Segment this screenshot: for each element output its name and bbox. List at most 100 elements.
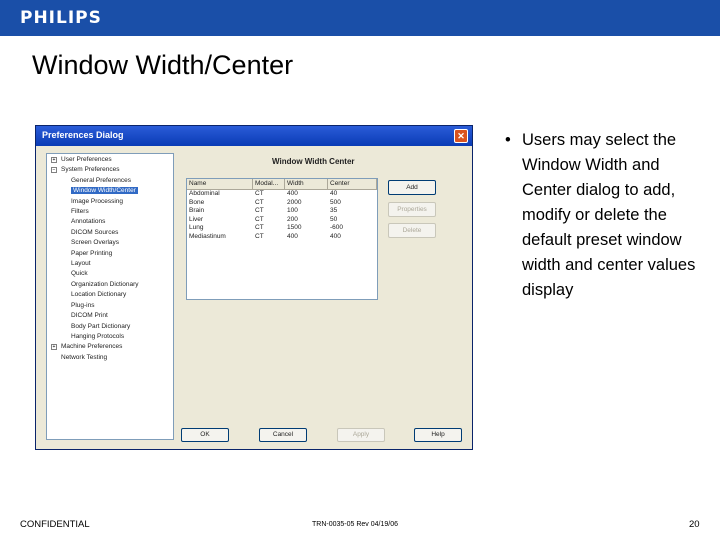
- panel-title: Window Width Center: [272, 157, 355, 166]
- collapse-icon[interactable]: −: [51, 167, 57, 174]
- tree-item-label: DICOM Sources: [71, 228, 119, 236]
- tree-item[interactable]: Location Dictionary: [47, 290, 173, 300]
- tree-item[interactable]: Hanging Protocols: [47, 332, 173, 342]
- tree-item[interactable]: − System Preferences: [47, 165, 173, 175]
- cancel-button[interactable]: Cancel: [259, 428, 307, 442]
- preferences-tree[interactable]: + User Preferences − System Preferences Gene…: [46, 153, 174, 440]
- tree-item-label: Machine Preferences: [61, 343, 123, 351]
- table-cell: CT: [255, 198, 264, 206]
- add-button[interactable]: Add: [388, 180, 436, 195]
- tree-item-label: Plug-ins: [71, 301, 95, 309]
- tree-item[interactable]: Organization Dictionary: [47, 280, 173, 290]
- ok-button[interactable]: OK: [181, 428, 229, 442]
- table-cell: 2000: [287, 198, 302, 206]
- expand-icon[interactable]: +: [51, 344, 57, 351]
- tree-item-label: Network Testing: [61, 353, 108, 361]
- tree-item[interactable]: Network Testing: [47, 353, 173, 363]
- table-cell: CT: [255, 215, 264, 223]
- tree-item[interactable]: + Machine Preferences: [47, 342, 173, 352]
- table-cell: 1500: [287, 224, 302, 231]
- tree-item-label: Organization Dictionary: [71, 280, 139, 288]
- table-cell: 35: [330, 207, 338, 214]
- table-cell: CT: [255, 224, 264, 231]
- bullet-text: Users may select the Window Width and Ce…: [522, 131, 696, 299]
- table-row[interactable]: Bone CT 2000 500: [187, 199, 377, 208]
- philips-logo: PHILIPS: [20, 8, 102, 28]
- slide-title: Window Width/Center: [32, 50, 294, 80]
- table-cell: CT: [255, 207, 264, 214]
- table-cell: Lung: [189, 224, 204, 231]
- dialog-titlebar[interactable]: Preferences Dialog ✕: [36, 126, 472, 146]
- table-cell: Liver: [189, 215, 204, 223]
- table-cell: 50: [330, 215, 338, 223]
- tree-item[interactable]: Quick: [47, 269, 173, 279]
- table-cell: 400: [287, 232, 298, 240]
- table-row[interactable]: Liver CT 200 50: [187, 216, 377, 225]
- properties-button[interactable]: Properties: [388, 202, 436, 217]
- tree-item-label: Annotations: [71, 218, 106, 226]
- table-cell: Abdominal: [189, 190, 220, 197]
- column-header-center[interactable]: Center: [328, 179, 377, 189]
- tree-item-label: Layout: [71, 260, 91, 268]
- footer-document-id: TRN-0035-05 Rev 04/19/06: [312, 521, 398, 528]
- tree-item[interactable]: General Preferences: [47, 176, 173, 186]
- table-cell: CT: [255, 232, 264, 240]
- tree-item-label: Hanging Protocols: [71, 332, 125, 340]
- preferences-dialog: Preferences Dialog ✕ + User Preferences − S…: [35, 125, 473, 450]
- brand-bar: PHILIPS: [0, 0, 720, 36]
- tree-item[interactable]: + User Preferences: [47, 155, 173, 165]
- tree-item[interactable]: Screen Overlays: [47, 238, 173, 248]
- tree-item[interactable]: DICOM Sources: [47, 228, 173, 238]
- list-header: Name Modal... Width Center: [187, 179, 377, 190]
- table-cell: CT: [255, 190, 264, 197]
- list-body: Abdominal CT 400 40 Bone CT 2000 500 Brain CT 100 3…: [187, 190, 377, 241]
- table-cell: 500: [330, 198, 341, 206]
- table-cell: 400: [330, 232, 341, 240]
- expand-icon[interactable]: +: [51, 157, 57, 163]
- apply-button[interactable]: Apply: [337, 428, 385, 442]
- tree-item-label: Filters: [71, 208, 89, 216]
- table-cell: -600: [330, 224, 344, 231]
- tree-item-label: Quick: [71, 270, 88, 278]
- table-cell: 100: [287, 207, 298, 214]
- table-row[interactable]: Lung CT 1500 -600: [187, 224, 377, 233]
- tree-item[interactable]: DICOM Print: [47, 311, 173, 321]
- footer-page-number: 20: [689, 519, 700, 530]
- column-header-name[interactable]: Name: [187, 179, 253, 189]
- table-row[interactable]: Brain CT 100 35: [187, 207, 377, 216]
- tree-item[interactable]: Layout: [47, 259, 173, 269]
- tree-item-label: Window Width/Center: [71, 187, 138, 195]
- tree-item-label: User Preferences: [61, 156, 112, 163]
- tree-item[interactable]: Filters: [47, 207, 173, 217]
- tree-item-label: General Preferences: [71, 176, 131, 184]
- tree-item-label: Location Dictionary: [71, 291, 127, 299]
- tree-item[interactable]: Body Part Dictionary: [47, 322, 173, 332]
- table-cell: 40: [330, 190, 338, 197]
- tree-item-label: Screen Overlays: [71, 239, 120, 247]
- tree-item-label: System Preferences: [61, 166, 120, 174]
- footer-confidential: CONFIDENTIAL: [20, 519, 90, 530]
- column-header-width[interactable]: Width: [285, 179, 328, 189]
- table-cell: 400: [287, 190, 298, 197]
- tree-item-label: Body Part Dictionary: [71, 322, 131, 330]
- help-button[interactable]: Help: [414, 428, 462, 442]
- tree-item-label: Image Processing: [71, 197, 124, 205]
- presets-list[interactable]: Name Modal... Width Center Abdominal CT 40…: [186, 178, 378, 300]
- tree-item[interactable]: Paper Printing: [47, 249, 173, 259]
- table-cell: Brain: [189, 207, 205, 214]
- table-cell: Bone: [189, 198, 205, 206]
- table-cell: 200: [287, 215, 298, 223]
- tree-item[interactable]: Window Width/Center: [47, 186, 173, 196]
- tree-item[interactable]: Image Processing: [47, 197, 173, 207]
- tree-item-label: DICOM Print: [71, 312, 108, 320]
- delete-button[interactable]: Delete: [388, 223, 436, 238]
- tree-item[interactable]: Annotations: [47, 217, 173, 227]
- bullet-dot: •: [505, 131, 511, 149]
- table-row[interactable]: Abdominal CT 400 40: [187, 190, 377, 199]
- tree-item-label: Paper Printing: [71, 249, 113, 257]
- column-header-modality[interactable]: Modal...: [253, 179, 285, 189]
- tree-item[interactable]: Plug-ins: [47, 301, 173, 311]
- close-icon[interactable]: ✕: [454, 129, 468, 143]
- table-row[interactable]: Mediastinum CT 400 400: [187, 233, 377, 242]
- table-cell: Mediastinum: [189, 232, 226, 240]
